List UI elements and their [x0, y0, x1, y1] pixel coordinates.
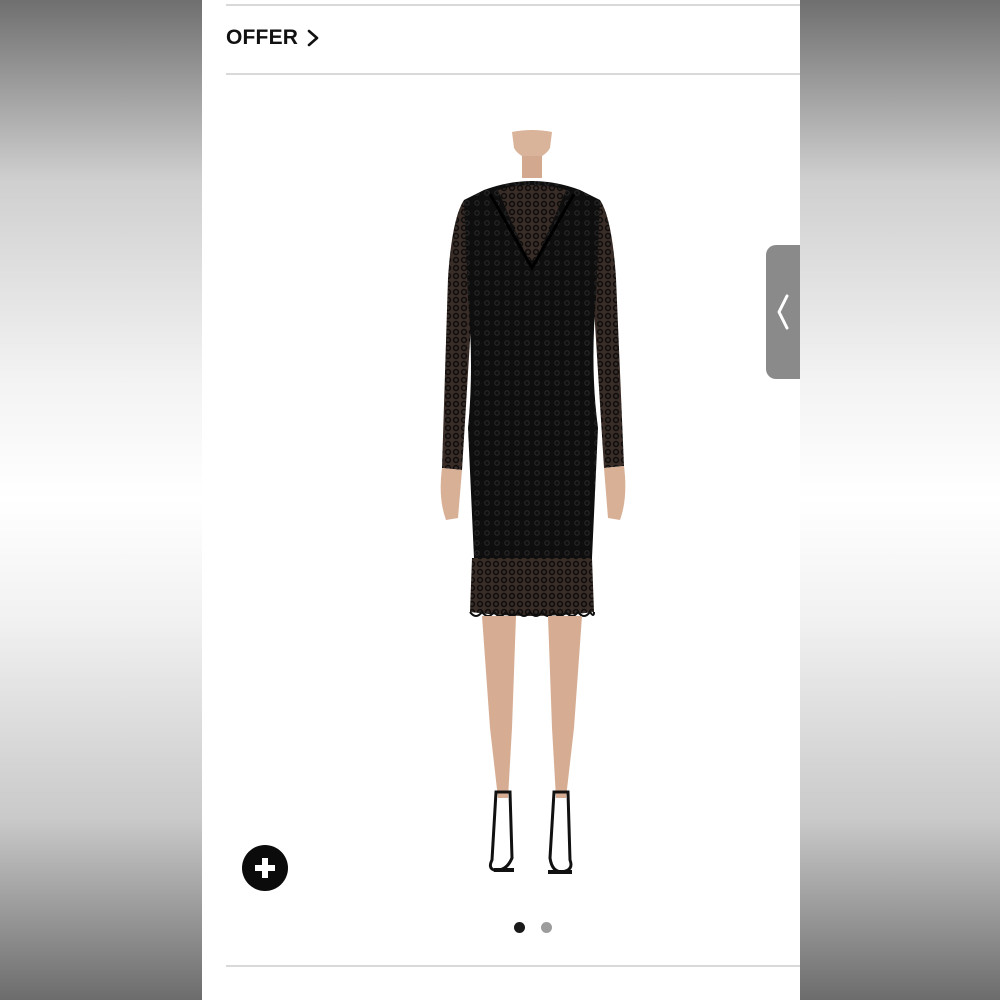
- divider-top: [226, 4, 800, 6]
- chevron-right-icon: [307, 29, 319, 47]
- offer-label: OFFER: [226, 26, 299, 49]
- carousel-dot-2[interactable]: [541, 922, 552, 933]
- zoom-button[interactable]: [242, 845, 288, 891]
- product-panel: OFFER: [202, 0, 800, 1000]
- product-image[interactable]: [412, 128, 652, 908]
- offer-link[interactable]: OFFER: [226, 26, 320, 50]
- chevron-left-icon: [777, 294, 789, 330]
- divider-header: [226, 73, 800, 75]
- carousel-dot-1[interactable]: [514, 922, 525, 933]
- background-left: [0, 0, 202, 1000]
- carousel-indicator: [514, 922, 552, 933]
- side-panel-toggle[interactable]: [766, 245, 800, 379]
- background-right: [800, 0, 1000, 1000]
- divider-bottom: [226, 965, 800, 967]
- plus-icon: [255, 858, 275, 878]
